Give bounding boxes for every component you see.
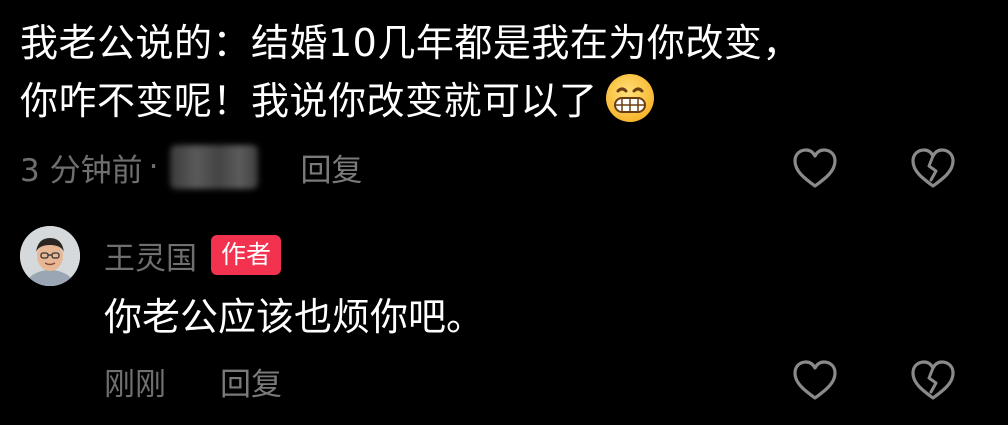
avatar-photo — [20, 226, 80, 286]
meta-separator: · — [148, 149, 159, 185]
comment-timestamp: 3 分钟前 — [20, 152, 143, 189]
comment-thread: 我老公说的：结婚10几年都是我在为你改变， 你咋不变呢！我说你改变就可以了 3 — [0, 0, 1008, 425]
reply-meta: 刚刚 回复 — [104, 356, 282, 406]
broken-heart-icon[interactable] — [908, 356, 958, 406]
reply-author-row: 王灵国 作者 — [104, 232, 282, 278]
reply-timestamp: 刚刚 — [104, 366, 166, 403]
avatar[interactable] — [20, 226, 80, 286]
grinning-face-emoji-icon — [605, 74, 654, 122]
reply-button[interactable]: 回复 — [300, 145, 362, 190]
author-badge: 作者 — [211, 235, 282, 275]
comment-body: 我老公说的：结婚10几年都是我在为你改变， 你咋不变呢！我说你改变就可以了 — [20, 14, 920, 130]
broken-heart-icon[interactable] — [908, 144, 958, 194]
blurred-location — [170, 145, 259, 189]
reply-button[interactable]: 回复 — [220, 359, 282, 404]
comment-line-2-text: 你咋不变呢！我说你改变就可以了 — [20, 79, 598, 123]
comment-line-2: 你咋不变呢！我说你改变就可以了 — [20, 72, 920, 130]
author-name[interactable]: 王灵国 — [104, 233, 197, 278]
heart-outline-icon[interactable] — [790, 356, 840, 406]
comment-line-1: 我老公说的：结婚10几年都是我在为你改变， — [20, 21, 801, 65]
comment-meta: 3 分钟前 · 回复 — [20, 142, 362, 192]
heart-outline-icon[interactable] — [790, 144, 840, 194]
reply-body: 你老公应该也烦你吧。 — [104, 295, 485, 339]
